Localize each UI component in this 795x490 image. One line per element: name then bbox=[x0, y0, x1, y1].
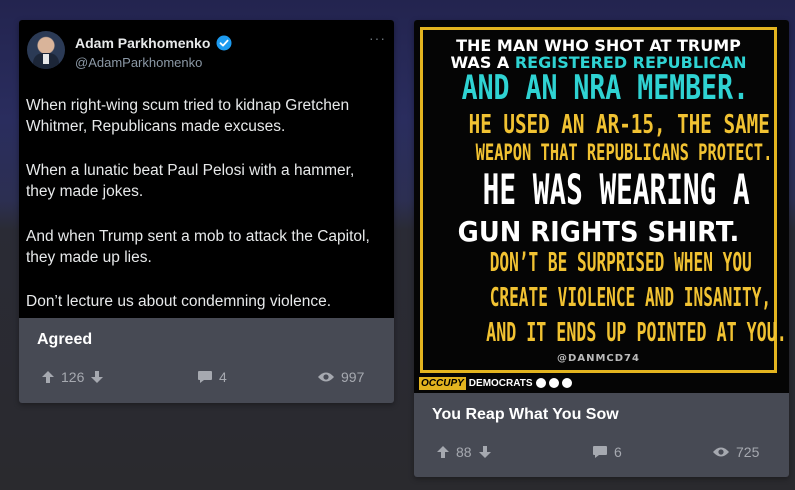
upvote-arrow-icon[interactable] bbox=[436, 445, 450, 459]
comment-bubble-icon bbox=[198, 371, 212, 383]
tweet-author-handle: @AdamParkhomenko bbox=[75, 55, 203, 70]
verified-badge-icon bbox=[216, 35, 232, 51]
comments-stat[interactable]: 6 bbox=[592, 442, 622, 462]
comments-stat[interactable]: 4 bbox=[197, 367, 227, 387]
eye-views-icon bbox=[318, 372, 334, 382]
upvote-count: 126 bbox=[61, 369, 85, 385]
downvote-arrow-icon[interactable] bbox=[90, 370, 104, 384]
post-image-tweet-screenshot[interactable]: Adam Parkhomenko @AdamParkhomenko ··· Wh… bbox=[19, 20, 394, 318]
meme-text: CREATE VIOLENCE AND INSANITY, bbox=[489, 283, 772, 313]
view-count: 725 bbox=[736, 444, 760, 460]
post-title[interactable]: Agreed bbox=[37, 331, 92, 349]
tweet-paragraph: When right-wing scum tried to kidnap Gre… bbox=[26, 97, 350, 135]
meme-text: WEAPON THAT REPUBLICANS PROTECT. bbox=[475, 141, 773, 166]
post-card-you-reap[interactable]: THE MAN WHO SHOT AT TRUMP WAS A REGISTER… bbox=[414, 20, 789, 477]
views-stat: 997 bbox=[317, 367, 364, 387]
meme-text: AND AN NRA MEMBER. bbox=[461, 68, 750, 108]
comment-bubble-icon bbox=[593, 446, 607, 458]
vote-controls: 126 bbox=[41, 367, 104, 387]
meme-text: AND IT ENDS UP POINTED AT YOU. bbox=[486, 318, 787, 348]
twitter-icon bbox=[548, 378, 559, 388]
post-stats: 126 4 997 bbox=[19, 367, 394, 387]
meme-text: DON’T BE SURPRISED WHEN YOU bbox=[489, 248, 752, 278]
post-title[interactable]: You Reap What You Sow bbox=[432, 406, 619, 424]
vote-controls: 88 bbox=[436, 442, 492, 462]
eye-views-icon bbox=[713, 447, 729, 457]
downvote-arrow-icon[interactable] bbox=[478, 445, 492, 459]
post-stats: 88 6 725 bbox=[414, 442, 789, 462]
comment-count: 6 bbox=[614, 444, 622, 460]
post-image-meme[interactable]: THE MAN WHO SHOT AT TRUMP WAS A REGISTER… bbox=[414, 20, 789, 393]
avatar bbox=[27, 31, 65, 69]
instagram-icon bbox=[561, 378, 572, 388]
facebook-icon bbox=[535, 378, 546, 388]
upvote-arrow-icon[interactable] bbox=[41, 370, 55, 384]
tweet-author-name: Adam Parkhomenko bbox=[75, 35, 211, 51]
post-card-agreed[interactable]: Adam Parkhomenko @AdamParkhomenko ··· Wh… bbox=[19, 20, 394, 403]
tweet-paragraph: And when Trump sent a mob to attack the … bbox=[26, 228, 370, 266]
meme-credit: @DANMCD74 bbox=[557, 353, 640, 364]
tweet-paragraph: When a lunatic beat Paul Pelosi with a h… bbox=[26, 162, 355, 200]
meme-text: HE WAS WEARING A bbox=[482, 165, 750, 214]
meme-brand-logo: OCCUPY DEMOCRATS bbox=[419, 376, 572, 390]
meme-frame: THE MAN WHO SHOT AT TRUMP WAS A REGISTER… bbox=[420, 27, 787, 373]
more-options-icon: ··· bbox=[369, 30, 386, 46]
meme-text: HE USED AN AR-15, THE SAME bbox=[468, 110, 770, 140]
view-count: 997 bbox=[341, 369, 365, 385]
meme-text: GUN RIGHTS SHIRT. bbox=[457, 215, 740, 248]
tweet-paragraph: Don’t lecture us about condemning violen… bbox=[26, 293, 332, 310]
upvote-count: 88 bbox=[456, 444, 472, 460]
comment-count: 4 bbox=[219, 369, 227, 385]
views-stat: 725 bbox=[712, 442, 759, 462]
